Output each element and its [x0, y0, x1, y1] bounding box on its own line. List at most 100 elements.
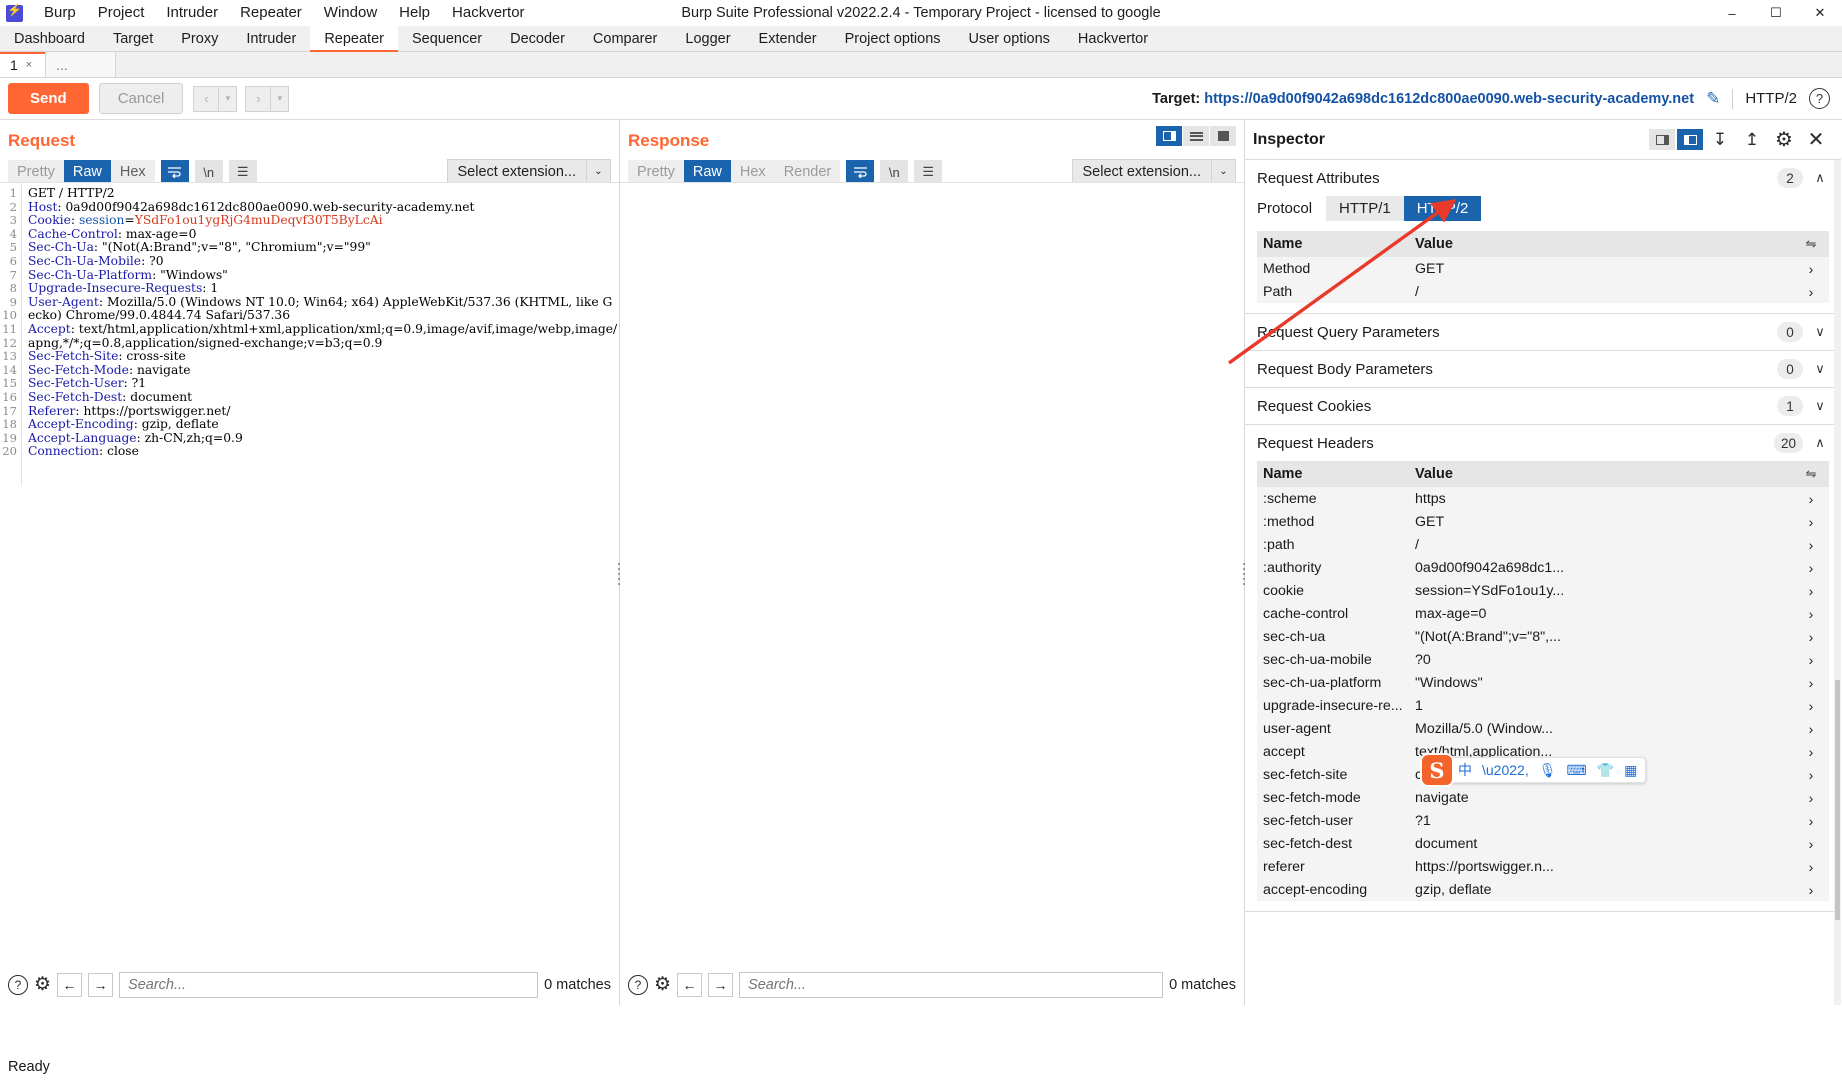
- gear-icon[interactable]: ⚙: [654, 975, 671, 995]
- cancel-button[interactable]: Cancel: [98, 83, 184, 114]
- menu-item-burp[interactable]: Burp: [33, 1, 87, 25]
- chevron-right-icon[interactable]: ›: [1793, 744, 1829, 760]
- dock-left-icon[interactable]: [1649, 129, 1675, 150]
- request-raw-text[interactable]: GET / HTTP/2 Host: 0a9d00f9042a698dc1612d…: [22, 183, 619, 486]
- request-view-raw[interactable]: Raw: [63, 160, 111, 184]
- tab-repeater[interactable]: Repeater: [310, 26, 398, 52]
- response-view-render[interactable]: Render: [774, 160, 841, 184]
- chevron-right-icon[interactable]: ›: [1793, 813, 1829, 829]
- table-row[interactable]: user-agent Mozilla/5.0 (Window... ›: [1257, 717, 1829, 740]
- sogou-logo-icon[interactable]: S: [1420, 753, 1454, 787]
- tab-extender[interactable]: Extender: [745, 26, 831, 51]
- response-view-hex[interactable]: Hex: [730, 160, 775, 184]
- tab-user-options[interactable]: User options: [955, 26, 1064, 51]
- collapse-all-icon[interactable]: ↥: [1737, 130, 1767, 150]
- chevron-right-icon[interactable]: ›: [1793, 514, 1829, 530]
- inspector-section-request-body-parameters[interactable]: Request Body Parameters 0 ∨: [1245, 351, 1841, 387]
- table-row[interactable]: :authority 0a9d00f9042a698dc1... ›: [1257, 556, 1829, 579]
- column-header-name[interactable]: Name: [1257, 466, 1407, 482]
- ime-chinese-mode-icon[interactable]: 中: [1458, 763, 1472, 777]
- table-row[interactable]: Path / ›: [1257, 280, 1829, 303]
- chevron-right-icon[interactable]: ›: [1793, 284, 1829, 300]
- layout-split-horizontal-button[interactable]: [1183, 126, 1209, 146]
- show-newlines-button[interactable]: \n: [880, 160, 909, 184]
- ime-microphone-icon[interactable]: 🎙: [1539, 763, 1557, 777]
- sort-icon[interactable]: ⇋: [1793, 466, 1829, 482]
- table-row[interactable]: :scheme https ›: [1257, 487, 1829, 510]
- word-wrap-icon[interactable]: [160, 160, 189, 184]
- table-row[interactable]: sec-ch-ua-mobile ?0 ›: [1257, 648, 1829, 671]
- table-row[interactable]: sec-ch-ua "(Not(A:Brand";v="8",... ›: [1257, 625, 1829, 648]
- table-row[interactable]: cookie session=YSdFo1ou1y... ›: [1257, 579, 1829, 602]
- chevron-right-icon[interactable]: ›: [1793, 790, 1829, 806]
- response-editor[interactable]: [620, 182, 1244, 947]
- response-view-raw[interactable]: Raw: [683, 160, 731, 184]
- inspector-section-request-headers[interactable]: Request Headers 20 ∧: [1245, 425, 1841, 461]
- minimize-button[interactable]: –: [1710, 0, 1754, 26]
- gear-icon[interactable]: ⚙: [1769, 127, 1799, 152]
- chevron-right-icon[interactable]: ›: [1793, 882, 1829, 898]
- edit-pencil-icon[interactable]: ✎: [1706, 89, 1720, 109]
- request-view-hex[interactable]: Hex: [110, 160, 155, 184]
- chevron-right-icon[interactable]: ›: [1793, 537, 1829, 553]
- ime-apps-icon[interactable]: ▦: [1624, 763, 1637, 777]
- chevron-right-icon[interactable]: ›: [1793, 261, 1829, 277]
- expand-all-icon[interactable]: ↧: [1705, 130, 1735, 150]
- request-menu-icon[interactable]: ☰: [228, 160, 257, 184]
- menu-item-hackvertor[interactable]: Hackvertor: [441, 1, 536, 25]
- protocol-option-http-2[interactable]: HTTP/2: [1403, 196, 1482, 221]
- sort-icon[interactable]: ⇋: [1793, 236, 1829, 252]
- chevron-up-icon[interactable]: ∧: [1811, 435, 1829, 451]
- search-prev-button[interactable]: ←: [677, 973, 703, 997]
- layout-split-vertical-button[interactable]: [1156, 126, 1182, 146]
- table-row[interactable]: accept-encoding gzip, deflate ›: [1257, 878, 1829, 901]
- tab-decoder[interactable]: Decoder: [496, 26, 579, 51]
- table-row[interactable]: sec-fetch-mode navigate ›: [1257, 786, 1829, 809]
- chevron-right-icon[interactable]: ›: [1793, 629, 1829, 645]
- menu-item-repeater[interactable]: Repeater: [229, 1, 313, 25]
- menu-item-intruder[interactable]: Intruder: [155, 1, 229, 25]
- help-icon[interactable]: ?: [1809, 88, 1830, 109]
- menu-item-help[interactable]: Help: [388, 1, 441, 25]
- search-next-button[interactable]: →: [88, 973, 114, 997]
- gear-icon[interactable]: ⚙: [34, 975, 51, 995]
- close-icon[interactable]: ×: [26, 59, 32, 71]
- ime-keyboard-icon[interactable]: ⌨: [1567, 763, 1587, 777]
- table-row[interactable]: :method GET ›: [1257, 510, 1829, 533]
- tab-intruder[interactable]: Intruder: [232, 26, 310, 51]
- chevron-right-icon[interactable]: ›: [1793, 491, 1829, 507]
- chevron-right-icon[interactable]: ›: [1793, 721, 1829, 737]
- show-newlines-button[interactable]: \n: [194, 160, 223, 184]
- chevron-right-icon[interactable]: ›: [1793, 698, 1829, 714]
- request-view-pretty[interactable]: Pretty: [8, 160, 64, 184]
- table-row[interactable]: sec-ch-ua-platform "Windows" ›: [1257, 671, 1829, 694]
- send-button[interactable]: Send: [8, 83, 89, 114]
- search-next-button[interactable]: →: [708, 973, 734, 997]
- table-row[interactable]: referer https://portswigger.n... ›: [1257, 855, 1829, 878]
- maximize-button[interactable]: ☐: [1754, 0, 1798, 26]
- table-row[interactable]: :path / ›: [1257, 533, 1829, 556]
- help-icon[interactable]: ?: [8, 975, 28, 995]
- table-row[interactable]: cache-control max-age=0 ›: [1257, 602, 1829, 625]
- chevron-right-icon[interactable]: ›: [1793, 675, 1829, 691]
- ime-skin-icon[interactable]: 👕: [1597, 763, 1614, 777]
- column-header-name[interactable]: Name: [1257, 236, 1407, 252]
- menu-item-project[interactable]: Project: [87, 1, 156, 25]
- forward-button[interactable]: ›: [245, 85, 272, 112]
- inspector-section-request-query-parameters[interactable]: Request Query Parameters 0 ∨: [1245, 314, 1841, 350]
- tab-comparer[interactable]: Comparer: [579, 26, 671, 51]
- request-search-input[interactable]: [119, 972, 539, 998]
- response-search-input[interactable]: [739, 972, 1164, 998]
- search-prev-button[interactable]: ←: [57, 973, 83, 997]
- response-menu-icon[interactable]: ☰: [914, 160, 943, 184]
- ime-toolbar[interactable]: S 中 \u2022, 🎙 ⌨ 👕 ▦: [1420, 753, 1647, 787]
- word-wrap-icon[interactable]: [846, 160, 875, 184]
- back-button[interactable]: ‹: [193, 85, 220, 112]
- chevron-down-icon[interactable]: ▾: [271, 85, 290, 112]
- table-row[interactable]: sec-fetch-user ?1 ›: [1257, 809, 1829, 832]
- ime-punctuation-icon[interactable]: \u2022,: [1482, 763, 1529, 777]
- tab-proxy[interactable]: Proxy: [167, 26, 232, 51]
- chevron-right-icon[interactable]: ›: [1793, 583, 1829, 599]
- inspector-section-request-cookies[interactable]: Request Cookies 1 ∨: [1245, 388, 1841, 424]
- new-repeater-tab-button[interactable]: ...: [46, 52, 116, 77]
